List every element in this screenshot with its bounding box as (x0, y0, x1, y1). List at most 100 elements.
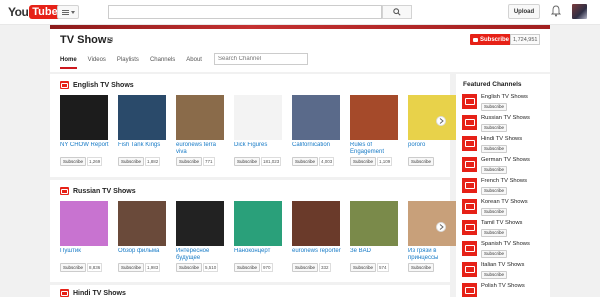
channel-thumbnail[interactable] (118, 95, 166, 140)
subscribe-button[interactable]: Subscribe (481, 271, 508, 279)
channel-thumbnail[interactable] (60, 201, 108, 246)
channel-name-link[interactable]: Обзор фильма (118, 248, 168, 262)
channel-thumbnail[interactable] (292, 201, 340, 246)
featured-channel-name[interactable]: English TV Shows (481, 94, 528, 100)
subscribe-button[interactable]: Subscribe (350, 157, 377, 166)
featured-channel-name[interactable]: Russian TV Shows (481, 115, 530, 121)
subscribe-button[interactable]: Subscribe (481, 166, 508, 174)
bell-icon[interactable] (551, 5, 561, 17)
featured-channel-name[interactable]: Hindi TV Shows (481, 136, 522, 142)
channel-tile[interactable]: Fish Tank Kings Subscribe 1,882 (118, 95, 168, 166)
channel-tile[interactable]: Интересное будущее Subscribe 5,510 (176, 201, 226, 272)
subscribe-button[interactable]: Subscribe (350, 263, 377, 272)
channel-name-link[interactable]: euronews reporter (292, 248, 342, 262)
featured-channel-item[interactable]: German TV Shows Subscribe (462, 157, 548, 178)
subscribe-button[interactable]: Subscribe (60, 157, 87, 166)
channel-search-input[interactable] (214, 53, 308, 65)
subscribe-button[interactable]: Subscribe (481, 124, 508, 132)
channel-thumbnail[interactable] (292, 95, 340, 140)
channel-tile[interactable]: pororo Subscribe (408, 95, 458, 166)
channel-avatar[interactable] (462, 241, 477, 256)
channel-avatar[interactable] (462, 157, 477, 172)
channel-tile[interactable]: euronews reporter Subscribe 332 (292, 201, 342, 272)
channel-tile[interactable]: Наноконцерт Subscribe 970 (234, 201, 284, 272)
channel-thumbnail[interactable] (234, 95, 282, 140)
channel-tile[interactable]: euronews terra viva Subscribe 771 (176, 95, 226, 166)
channel-tile[interactable]: NY CHOW Report Subscribe 1,269 (60, 95, 110, 166)
channel-name-link[interactable]: pororo (408, 142, 458, 156)
subscribe-button[interactable]: Subscribe (481, 208, 508, 216)
subscribe-button[interactable]: Subscribe (234, 263, 261, 272)
subscribe-button[interactable]: Subscribe (234, 157, 261, 166)
section-title[interactable]: Russian TV Shows (73, 188, 136, 195)
channel-tile[interactable]: Обзор фильма Subscribe 1,983 (118, 201, 168, 272)
subscribe-button[interactable]: Subscribe (470, 34, 513, 45)
tab-playlists[interactable]: Playlists (117, 55, 139, 69)
channel-avatar[interactable] (462, 283, 477, 297)
tab-channels[interactable]: Channels (150, 55, 175, 69)
tab-videos[interactable]: Videos (88, 55, 106, 69)
subscribe-button[interactable]: Subscribe (408, 263, 435, 272)
channel-tile[interactable]: Из грязи в принцессы Subscribe (408, 201, 458, 272)
guide-menu-button[interactable] (57, 5, 79, 19)
subscribe-button[interactable]: Subscribe (481, 250, 508, 258)
channel-name-link[interactable]: NY CHOW Report (60, 142, 110, 156)
search-button[interactable] (382, 5, 412, 19)
channel-avatar[interactable] (462, 178, 477, 193)
subscribe-button[interactable]: Subscribe (60, 263, 87, 272)
channel-tile[interactable]: Rules of Engagement Subscribe 1,109 (350, 95, 400, 166)
section-title[interactable]: Hindi TV Shows (73, 290, 126, 297)
featured-channel-item[interactable]: English TV Shows Subscribe (462, 94, 548, 115)
channel-thumbnail[interactable] (350, 201, 398, 246)
subscribe-button[interactable]: Subscribe (481, 103, 508, 111)
channel-name-link[interactable]: Из грязи в принцессы (408, 248, 458, 262)
subscribe-button[interactable]: Subscribe (481, 145, 508, 153)
subscribe-button[interactable]: Subscribe (292, 157, 319, 166)
subscribe-button[interactable]: Subscribe (481, 187, 508, 195)
subscribe-button[interactable]: Subscribe (176, 263, 203, 272)
user-avatar[interactable] (572, 4, 587, 19)
channel-avatar[interactable] (462, 115, 477, 130)
channel-avatar[interactable] (462, 262, 477, 277)
channel-thumbnail[interactable] (176, 201, 224, 246)
featured-channel-item[interactable]: Spanish TV Shows Subscribe (462, 241, 548, 262)
subscribe-button[interactable]: Subscribe (292, 263, 319, 272)
channel-thumbnail[interactable] (118, 201, 166, 246)
featured-channel-item[interactable]: Tamil TV Shows Subscribe (462, 220, 548, 241)
featured-channel-name[interactable]: Italian TV Shows (481, 262, 524, 268)
channel-name-link[interactable]: Зе BAD (350, 248, 400, 262)
channel-name-link[interactable]: Fish Tank Kings (118, 142, 168, 156)
subscribe-button[interactable]: Subscribe (176, 157, 203, 166)
subscribe-button[interactable]: Subscribe (118, 263, 145, 272)
channel-thumbnail[interactable] (176, 95, 224, 140)
featured-channel-item[interactable]: French TV Shows Subscribe (462, 178, 548, 199)
channel-avatar[interactable] (462, 136, 477, 151)
channel-thumbnail[interactable] (234, 201, 282, 246)
tab-home[interactable]: Home (60, 55, 77, 69)
channel-thumbnail[interactable] (408, 95, 456, 140)
channel-name-link[interactable]: Интересное будущее (176, 248, 226, 262)
subscribe-button[interactable]: Subscribe (481, 229, 508, 237)
channel-tile[interactable]: Пуштик Subscribe 8,836 (60, 201, 110, 272)
featured-channel-name[interactable]: Polish TV Shows (481, 283, 525, 289)
featured-channel-item[interactable]: Polish TV Shows (462, 283, 548, 297)
channel-name-link[interactable]: Пуштик (60, 248, 110, 262)
featured-channel-name[interactable]: Spanish TV Shows (481, 241, 530, 247)
channel-name-link[interactable]: Наноконцерт (234, 248, 284, 262)
channel-name-link[interactable]: euronews terra viva (176, 142, 226, 156)
channel-name-link[interactable]: Rules of Engagement (350, 142, 400, 156)
tab-about[interactable]: About (186, 55, 202, 69)
channel-avatar[interactable] (462, 199, 477, 214)
subscribe-button[interactable]: Subscribe (118, 157, 145, 166)
channel-name-link[interactable]: Dick Figures (234, 142, 284, 156)
channel-thumbnail[interactable] (350, 95, 398, 140)
channel-thumbnail[interactable] (60, 95, 108, 140)
section-title[interactable]: English TV Shows (73, 82, 134, 89)
featured-channel-item[interactable]: Korean TV Shows Subscribe (462, 199, 548, 220)
channel-tile[interactable]: Californication Subscribe 4,003 (292, 95, 342, 166)
channel-name-link[interactable]: Californication (292, 142, 342, 156)
search-input[interactable] (108, 5, 382, 19)
channel-thumbnail[interactable] (408, 201, 456, 246)
featured-channel-name[interactable]: Korean TV Shows (481, 199, 528, 205)
upload-button[interactable]: Upload (508, 4, 540, 19)
